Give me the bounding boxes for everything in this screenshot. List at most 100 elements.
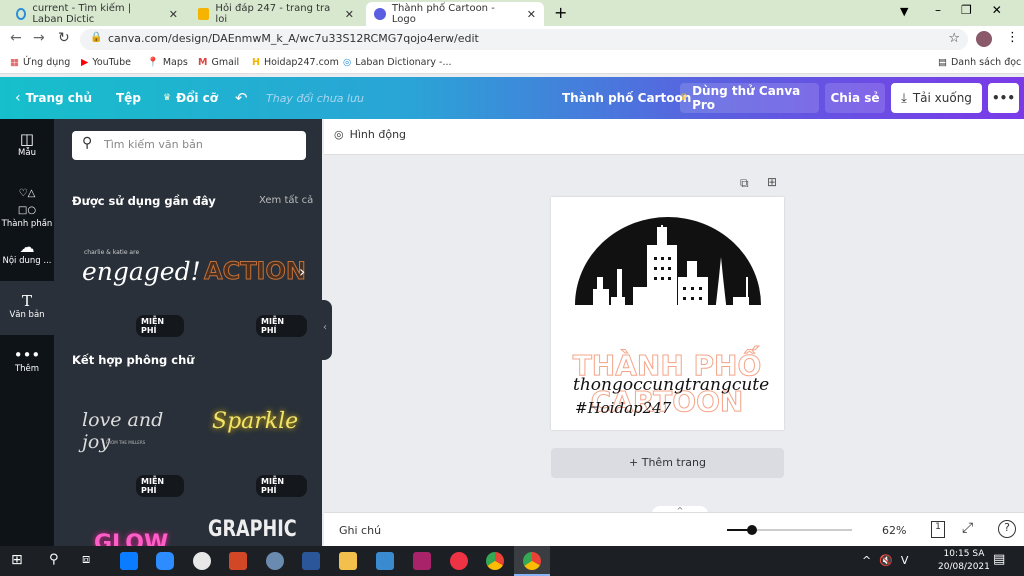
app-icon[interactable]: [450, 552, 468, 570]
resize-button[interactable]: ♛ Đổi cỡ: [163, 77, 218, 119]
file-menu-button[interactable]: Tệp: [116, 77, 141, 119]
rail-item-templates[interactable]: ◫ Mẫu: [0, 119, 54, 173]
share-button[interactable]: Chia sẻ: [825, 83, 885, 113]
undo-icon[interactable]: ↶: [235, 77, 248, 119]
browser-tab[interactable]: current - Tìm kiếm | Laban Dictic ✕: [8, 2, 186, 26]
bookmark-label: Laban Dictionary -...: [355, 57, 452, 68]
reload-icon[interactable]: ↻: [58, 30, 70, 46]
design-canvas[interactable]: THÀNH PHỐ CARTOON thongoccungtrangcute #…: [551, 197, 784, 430]
tab-title: current - Tìm kiếm | Laban Dictic: [32, 3, 132, 25]
preset-subtext: FROM THE MILLERS: [106, 440, 146, 445]
tab-search-icon[interactable]: ▼: [900, 5, 908, 18]
close-tab-icon[interactable]: ✕: [169, 8, 178, 21]
app-icon[interactable]: [413, 552, 431, 570]
chrome-icon[interactable]: [486, 552, 504, 570]
search-placeholder: Tìm kiếm văn bản: [104, 138, 203, 151]
zoom-app-icon[interactable]: [156, 552, 174, 570]
text-preset-engaged[interactable]: charlie & katie are engaged! MIỄN PHÍ: [74, 229, 201, 337]
carousel-next-icon[interactable]: ›: [299, 262, 305, 281]
word-icon[interactable]: [302, 552, 320, 570]
rail-item-text[interactable]: T Văn bản: [0, 281, 54, 335]
bookmark-hoidap[interactable]: H Hoidap247.com: [252, 57, 339, 68]
page-count-button[interactable]: 1: [931, 521, 945, 538]
rail-label: Thêm: [14, 364, 40, 374]
download-label: Tải xuống: [912, 91, 972, 105]
rail-item-elements[interactable]: ♡△ □○ Thành phần: [0, 173, 54, 229]
text-preset-graphic[interactable]: GRAPHIC: [208, 517, 297, 542]
try-pro-button[interactable]: ♛ Dùng thử Canva Pro: [680, 83, 819, 113]
add-page-icon[interactable]: ⊞: [767, 175, 777, 189]
editor-toolbar: ◎ Hình động: [324, 119, 1024, 155]
app-icon[interactable]: [193, 552, 211, 570]
rail-label: Mẫu: [18, 148, 36, 158]
browser-tab-active[interactable]: Thành phố Cartoon - Logo ✕: [366, 2, 544, 26]
reading-list-icon: ▤: [938, 57, 947, 68]
close-tab-icon[interactable]: ✕: [527, 8, 536, 21]
bookmark-apps[interactable]: ▦ Ứng dụng: [10, 57, 70, 68]
rail-item-more[interactable]: ••• Thêm: [0, 335, 54, 389]
fullscreen-icon[interactable]: ⤢: [962, 520, 973, 536]
window-controls[interactable]: –❐✕: [935, 3, 1022, 17]
url-input[interactable]: 🔒 canva.com/design/DAEnmwM_k_A/wc7u33S12R…: [80, 29, 968, 50]
try-pro-label: Dùng thử Canva Pro: [692, 84, 801, 112]
clock[interactable]: 10:15 SA 20/08/2021: [938, 548, 990, 574]
task-view-icon[interactable]: ⧈: [82, 552, 90, 567]
paint-icon[interactable]: [266, 552, 284, 570]
zoom-level[interactable]: 62%: [882, 524, 906, 537]
duplicate-page-icon[interactable]: ⧉: [740, 176, 749, 191]
browser-tab[interactable]: Hỏi đáp 247 - trang tra loi ✕: [190, 2, 362, 26]
add-page-button[interactable]: + Thêm trang: [551, 448, 784, 478]
elements-icon: ♡△ □○: [17, 188, 37, 216]
bookmark-label: Gmail: [211, 57, 240, 68]
browser-menu-icon[interactable]: ⋮: [1006, 30, 1019, 45]
zoom-slider[interactable]: [727, 525, 852, 535]
youtube-icon: ▶: [81, 57, 89, 68]
file-explorer-icon[interactable]: [339, 552, 357, 570]
download-button[interactable]: ⤓ Tải xuống: [891, 83, 982, 113]
home-button[interactable]: ‹ Trang chủ: [15, 77, 92, 119]
bookmark-youtube[interactable]: ▶ YouTube: [81, 57, 131, 68]
profile-avatar[interactable]: [976, 31, 992, 47]
text-preset-glow[interactable]: GLOW: [94, 531, 168, 546]
more-options-button[interactable]: •••: [988, 83, 1019, 113]
forward-icon[interactable]: →: [33, 30, 45, 46]
animate-button[interactable]: ◎ Hình động: [334, 128, 406, 141]
notes-button[interactable]: Ghi chú: [339, 524, 381, 537]
hoidap-icon: H: [252, 57, 260, 68]
chrome-active-taskbar-item[interactable]: [514, 546, 550, 576]
reading-list[interactable]: ▤ Danh sách đọc: [938, 57, 1021, 68]
see-all-link[interactable]: Xem tất cả: [259, 195, 313, 206]
text-preset-love[interactable]: love and joy FROM THE MILLERS MIỄN PHÍ: [74, 389, 184, 497]
close-tab-icon[interactable]: ✕: [345, 8, 354, 21]
windows-taskbar: ⊞ ⚲ ⧈ ^🔇V 10:15 SA 20/08/2021 ▤: [0, 546, 1024, 576]
zalo-icon[interactable]: [120, 552, 138, 570]
start-icon[interactable]: ⊞: [11, 552, 23, 568]
design-title[interactable]: Thành phố Cartoon: [562, 77, 691, 119]
bookmark-label: Danh sách đọc: [950, 57, 1022, 68]
bookmark-laban[interactable]: ◎ Laban Dictionary -...: [343, 57, 452, 68]
free-badge: MIỄN PHÍ: [256, 315, 307, 337]
system-tray-icons[interactable]: ^🔇V: [862, 554, 916, 567]
search-icon[interactable]: ⚲: [49, 552, 59, 567]
unikey-icon[interactable]: [376, 552, 394, 570]
url-text: canva.com/design/DAEnmwM_k_A/wc7u33S12RC…: [108, 32, 479, 45]
bookmark-maps[interactable]: 📍 Maps: [147, 57, 188, 68]
help-icon[interactable]: ?: [998, 520, 1016, 538]
new-tab-button[interactable]: +: [554, 3, 567, 22]
notifications-icon[interactable]: ▤: [993, 552, 1005, 567]
bookmark-gmail[interactable]: M Gmail: [198, 57, 239, 68]
powerpoint-icon[interactable]: [229, 552, 247, 570]
preset-subtext: charlie & katie are: [84, 249, 140, 256]
bookmarks-bar: ▦ Ứng dụng ▶ YouTube 📍 Maps M Gmail H Hoidap2…: [0, 53, 1024, 74]
search-text-input[interactable]: ⚲ Tìm kiếm văn bản: [72, 131, 306, 160]
bookmark-star-icon[interactable]: ☆: [948, 31, 960, 46]
city-skyline-graphic: THÀNH PHỐ CARTOON thongoccungtrangcute #…: [571, 217, 769, 419]
text-preset-sparkle[interactable]: Sparkle MIỄN PHÍ: [202, 389, 307, 497]
back-icon[interactable]: ←: [10, 30, 22, 46]
rail-item-uploads[interactable]: ☁ Nội dung ...: [0, 227, 54, 281]
preset-text: engaged!: [82, 257, 201, 286]
text-preset-action[interactable]: ACTION MIỄN PHÍ: [202, 229, 307, 337]
collapse-panel-handle[interactable]: ‹: [318, 300, 332, 360]
download-icon: ⤓: [901, 90, 907, 106]
zoom-slider-handle[interactable]: [747, 525, 757, 535]
